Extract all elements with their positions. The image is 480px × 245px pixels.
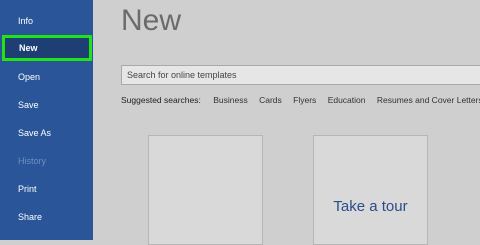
- sidebar-item-share[interactable]: Share: [0, 204, 93, 230]
- search-placeholder: Search for online templates: [127, 70, 237, 80]
- template-card-blank[interactable]: [148, 135, 263, 245]
- suggested-label: Suggested searches:: [121, 95, 201, 105]
- suggested-link-education[interactable]: Education: [328, 95, 366, 105]
- suggested-searches: Suggested searches: Business Cards Flyer…: [121, 95, 480, 109]
- sidebar-item-print[interactable]: Print: [0, 176, 93, 202]
- main-panel: New Search for online templates Suggeste…: [93, 0, 480, 245]
- search-templates-input[interactable]: Search for online templates: [121, 65, 480, 85]
- page-title: New: [121, 4, 182, 37]
- sidebar-item-save-as[interactable]: Save As: [0, 120, 93, 146]
- suggested-link-cards[interactable]: Cards: [259, 95, 282, 105]
- take-a-tour-label: Take a tour: [333, 198, 408, 215]
- sidebar-item-open[interactable]: Open: [0, 64, 93, 90]
- sidebar-item-new[interactable]: New: [2, 35, 92, 61]
- suggested-link-resumes[interactable]: Resumes and Cover Letters: [377, 95, 480, 105]
- sidebar-item-info[interactable]: Info: [0, 8, 93, 34]
- sidebar-item-save[interactable]: Save: [0, 92, 93, 118]
- backstage-sidebar: Info New Open Save Save As History Print…: [0, 0, 93, 240]
- sidebar-item-history: History: [18, 156, 47, 166]
- template-card-take-a-tour[interactable]: Take a tour: [313, 135, 428, 245]
- suggested-link-business[interactable]: Business: [213, 95, 248, 105]
- suggested-link-flyers[interactable]: Flyers: [293, 95, 316, 105]
